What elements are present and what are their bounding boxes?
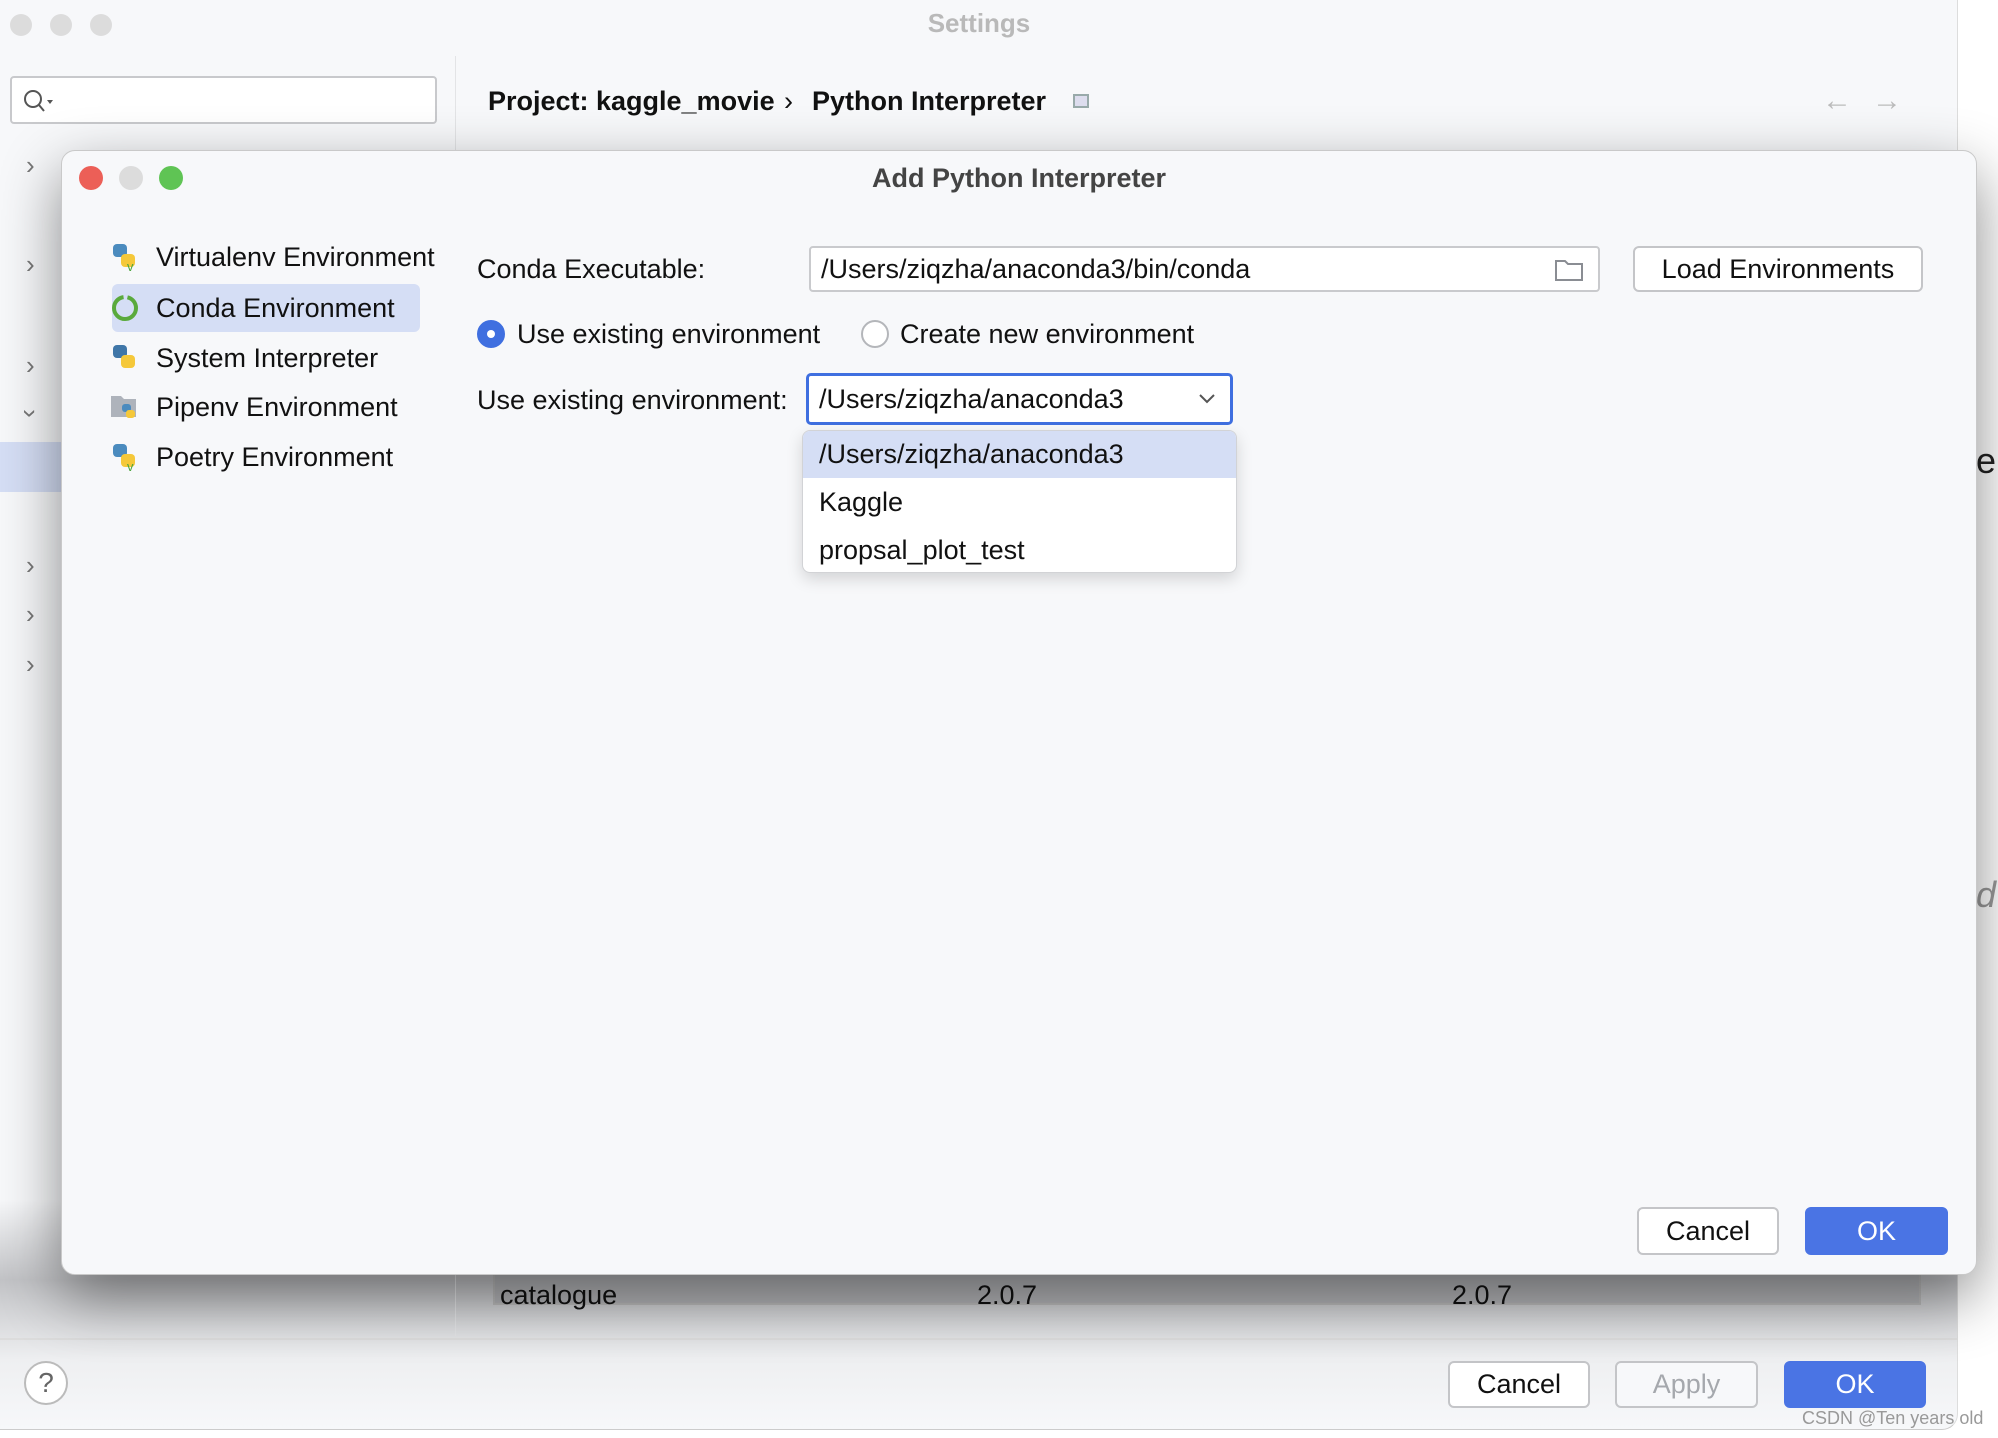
create-new-radio-label[interactable]: Create new environment [900,319,1194,350]
conda-executable-label: Conda Executable: [477,254,706,284]
search-icon [24,90,53,112]
type-label: Conda Environment [156,292,395,323]
breadcrumb-page: Python Interpreter [812,86,1047,116]
type-label: Pipenv Environment [156,391,398,422]
background-text-fragment: e [1976,440,1997,481]
pipenv-icon [110,392,140,422]
tree-chevron-icon[interactable]: › [26,649,35,680]
settings-search-input[interactable] [10,76,437,124]
svg-text:v: v [127,259,134,272]
type-label: System Interpreter [156,342,379,373]
packages-table [493,1275,1921,1305]
tree-chevron-down-icon[interactable]: › [15,409,46,418]
tree-chevron-icon[interactable]: › [26,249,35,280]
background-text-fragment: d [1976,874,1997,915]
existing-env-combobox[interactable]: /Users/ziqzha/anaconda3 [806,373,1233,425]
settings-ok-button[interactable]: OK [1784,1361,1926,1408]
package-version: 2.0.7 [977,1280,1038,1310]
env-option[interactable]: /Users/ziqzha/anaconda3 [803,431,1236,478]
type-pipenv[interactable]: Pipenv Environment [110,383,398,431]
conda-executable-input[interactable]: /Users/ziqzha/anaconda3/bin/conda [809,246,1600,292]
chevron-down-icon [1199,394,1215,404]
python-icon [110,343,140,373]
settings-apply-button[interactable]: Apply [1615,1361,1758,1408]
conda-executable-value: /Users/ziqzha/anaconda3/bin/conda [821,253,1251,284]
type-conda[interactable]: Conda Environment [110,284,395,332]
footer-divider [0,1338,1958,1340]
type-system[interactable]: System Interpreter [110,334,378,382]
env-option[interactable]: Kaggle [803,479,1236,526]
dialog-cancel-button[interactable]: Cancel [1637,1207,1779,1255]
help-button[interactable]: ? [24,1361,68,1405]
folder-icon[interactable] [1554,258,1584,282]
back-arrow-icon[interactable]: ← [1822,84,1852,118]
breadcrumb-separator-icon: › [784,86,793,116]
project-scope-icon [1073,94,1089,108]
env-option[interactable]: propsal_plot_test [803,527,1236,572]
dialog-ok-button[interactable]: OK [1805,1207,1948,1255]
add-python-interpreter-dialog: Add Python Interpreter v Virtualenv Envi… [61,150,1977,1275]
watermark: CSDN @Ten years old [1802,1408,1984,1428]
settings-cancel-button[interactable]: Cancel [1448,1361,1590,1408]
settings-title: Settings [927,8,1031,38]
tree-selection [0,442,61,492]
create-new-radio[interactable] [861,320,889,348]
dialog-title: Add Python Interpreter [871,163,1167,193]
tree-chevron-icon[interactable]: › [26,599,35,630]
existing-env-value: /Users/ziqzha/anaconda3 [819,383,1124,414]
type-poetry[interactable]: v Poetry Environment [110,433,393,481]
use-existing-radio[interactable] [477,320,505,348]
env-dropdown-list: /Users/ziqzha/anaconda3 Kaggle propsal_p… [802,430,1237,573]
forward-arrow-icon[interactable]: → [1872,84,1902,118]
load-environments-button[interactable]: Load Environments [1633,246,1923,292]
svg-text:v: v [127,459,134,472]
breadcrumb-project[interactable]: Project: kaggle_movie [488,86,775,117]
package-name: catalogue [500,1280,618,1310]
package-latest-version: 2.0.7 [1452,1280,1513,1310]
use-existing-radio-label[interactable]: Use existing environment [517,319,820,350]
tree-chevron-icon[interactable]: › [26,550,35,581]
existing-env-label: Use existing environment: [477,385,788,415]
type-label: Virtualenv Environment [156,241,435,272]
tree-chevron-icon[interactable]: › [26,150,35,181]
poetry-icon: v [110,442,140,474]
type-virtualenv[interactable]: v Virtualenv Environment [110,233,435,281]
tree-chevron-icon[interactable]: › [26,350,35,381]
type-label: Poetry Environment [156,441,394,472]
python-virtualenv-icon: v [110,242,140,274]
conda-icon [110,293,140,323]
